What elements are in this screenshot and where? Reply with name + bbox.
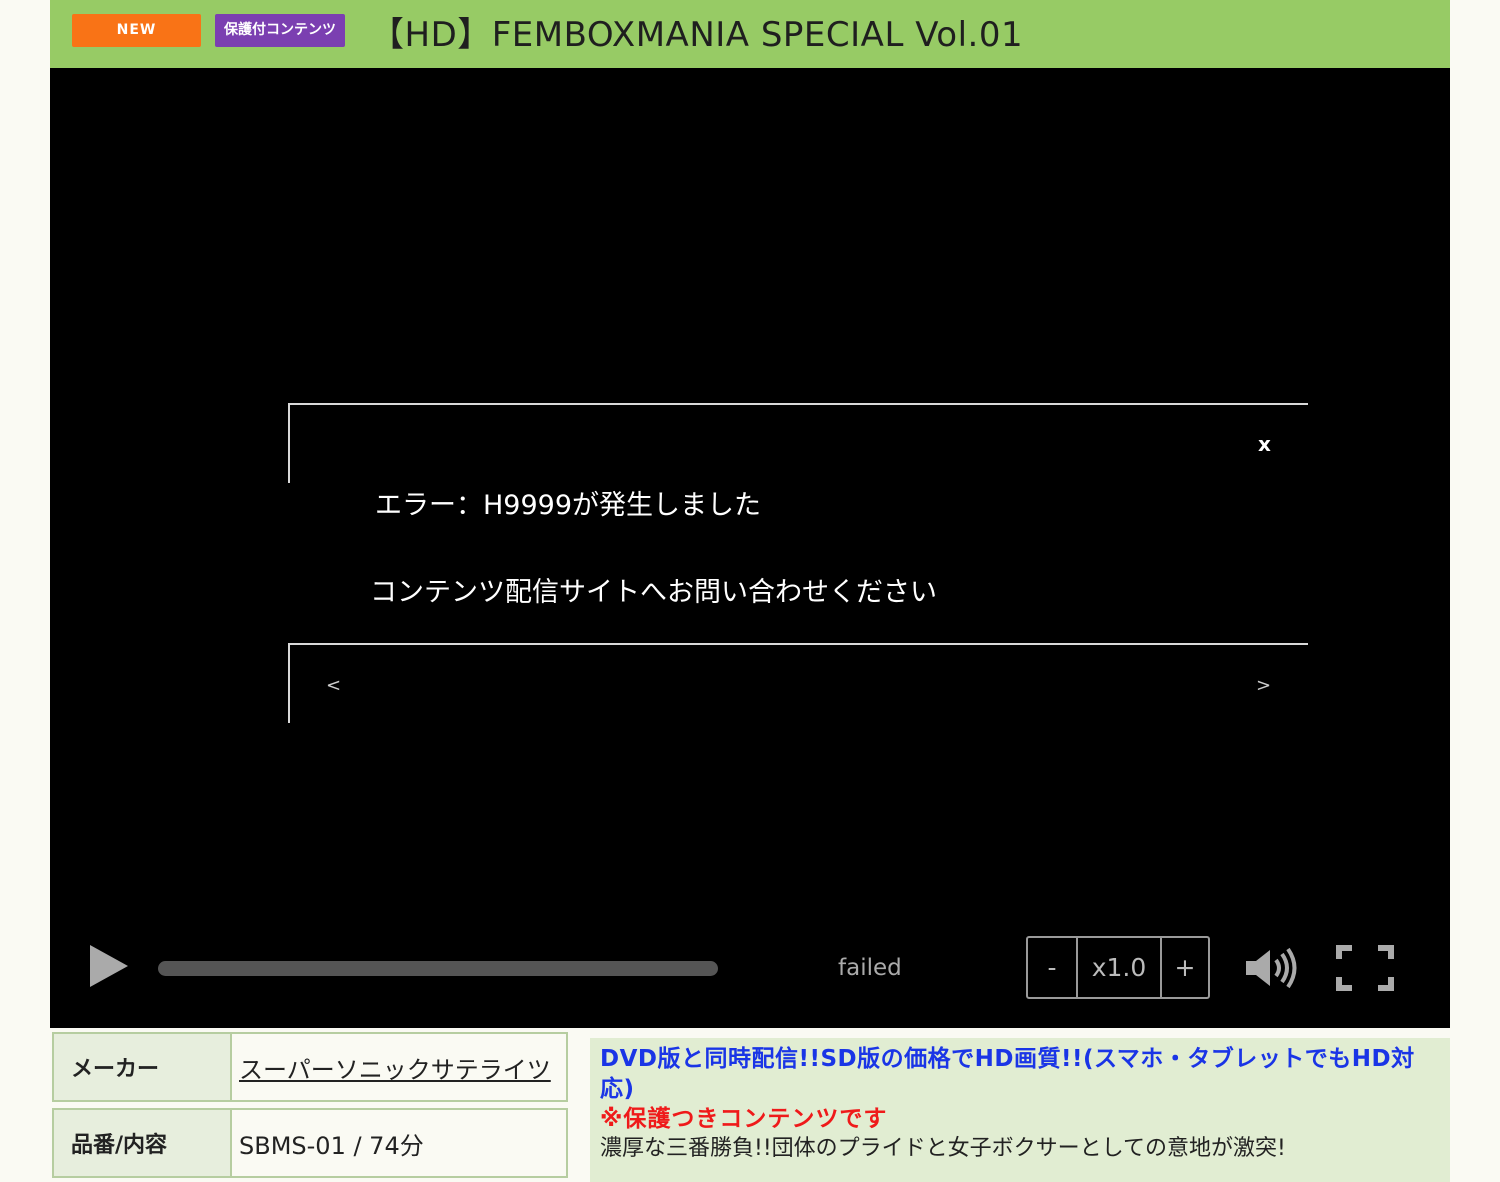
product-code-value: SBMS-01 / 74分: [232, 1110, 566, 1176]
prev-button[interactable]: <: [326, 674, 341, 698]
playback-speed-control: - x1.0 +: [1026, 936, 1210, 999]
product-code-label: 品番/内容: [54, 1110, 232, 1176]
new-badge: NEW: [72, 14, 201, 47]
protected-notice: ※保護つきコンテンツです: [600, 1106, 888, 1132]
speed-decrease-button[interactable]: -: [1028, 938, 1078, 997]
description-highlight: DVD版と同時配信!!SD版の価格でHD画質!!(スマホ・タブレットでもHD対応…: [600, 1046, 1415, 1102]
table-row: メーカー スーパーソニックサテライツ: [52, 1032, 568, 1102]
next-button[interactable]: >: [1256, 674, 1271, 698]
protected-content-badge: 保護付コンテンツ: [215, 14, 345, 47]
video-player[interactable]: x エラー：H9999が発生しました コンテンツ配信サイトへお問い合わせください…: [50, 68, 1450, 1028]
play-icon[interactable]: [90, 945, 128, 987]
error-box-bottom-frame: [288, 643, 1308, 723]
maker-label: メーカー: [54, 1034, 232, 1100]
table-row: 品番/内容 SBMS-01 / 74分: [52, 1108, 568, 1178]
seek-bar[interactable]: [158, 961, 718, 976]
error-close-button[interactable]: x: [1258, 432, 1271, 456]
product-description: DVD版と同時配信!!SD版の価格でHD画質!!(スマホ・タブレットでもHD対応…: [590, 1038, 1450, 1182]
error-contact-message: コンテンツ配信サイトへお問い合わせください: [370, 577, 937, 608]
error-box-top-frame: [288, 403, 1308, 483]
maker-cell: スーパーソニックサテライツ: [232, 1034, 566, 1100]
fullscreen-icon[interactable]: [1336, 945, 1394, 991]
speed-increase-button[interactable]: +: [1162, 938, 1208, 997]
error-message: エラー：H9999が発生しました: [375, 490, 762, 521]
volume-icon[interactable]: [1244, 946, 1298, 990]
description-text: 濃厚な三番勝負!!団体のプライドと女子ボクサーとしての意地が激突!: [600, 1136, 1286, 1161]
player-status: failed: [838, 955, 902, 981]
maker-link[interactable]: スーパーソニックサテライツ: [239, 1050, 551, 1085]
page-title: 【HD】FEMBOXMANIA SPECIAL Vol.01: [370, 15, 1024, 55]
speed-value: x1.0: [1078, 938, 1162, 997]
title-bar: NEW 保護付コンテンツ 【HD】FEMBOXMANIA SPECIAL Vol…: [50, 0, 1450, 68]
